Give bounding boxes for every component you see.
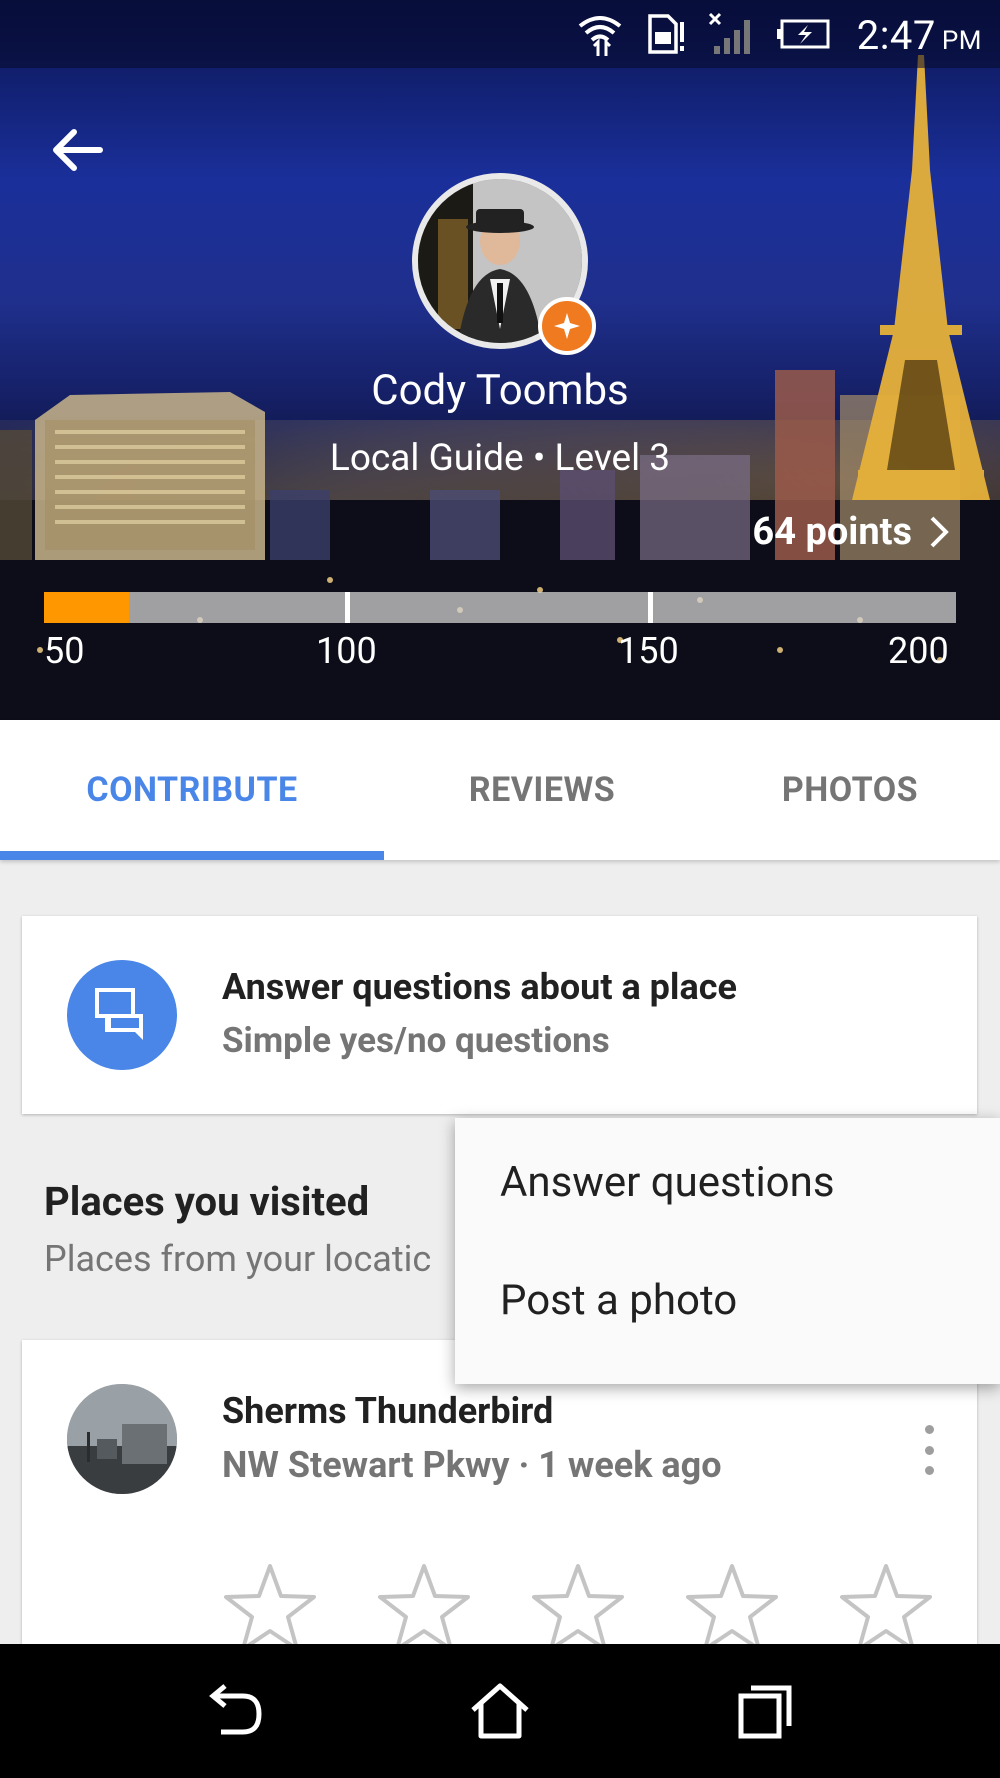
section-title: Places you visited bbox=[44, 1178, 370, 1225]
star-outline-icon[interactable] bbox=[684, 1560, 780, 1656]
wifi-icon bbox=[578, 16, 622, 56]
section-subtitle: Places from your locatic bbox=[44, 1238, 432, 1280]
local-guide-badge bbox=[538, 297, 596, 355]
progress-fill bbox=[44, 592, 130, 623]
place-meta: NW Stewart Pkwy · 1 week ago bbox=[222, 1444, 722, 1486]
place-photo-image bbox=[67, 1384, 177, 1494]
tab-photos[interactable]: PHOTOS bbox=[700, 720, 1000, 860]
place-photo bbox=[67, 1384, 177, 1494]
menu-item-post-photo[interactable]: Post a photo bbox=[500, 1276, 737, 1325]
recents-nav-icon[interactable] bbox=[729, 1674, 803, 1748]
scale-label: 50 bbox=[44, 630, 85, 672]
clock-ampm: PM bbox=[941, 26, 982, 56]
menu-item-answer-questions[interactable]: Answer questions bbox=[500, 1158, 835, 1207]
question-answer-icon bbox=[67, 960, 177, 1070]
more-vert-icon[interactable] bbox=[919, 1425, 939, 1475]
back-arrow-icon[interactable] bbox=[42, 118, 112, 188]
tab-contribute[interactable]: CONTRIBUTE bbox=[0, 720, 384, 860]
status-bar: 2:47 PM bbox=[0, 0, 1000, 68]
scale-label: 150 bbox=[618, 630, 679, 672]
profile-name: Cody Toombs bbox=[371, 366, 629, 415]
status-time: 2:47 PM bbox=[857, 12, 982, 59]
home-nav-icon[interactable] bbox=[463, 1674, 537, 1748]
scale-label: 200 bbox=[888, 630, 949, 672]
star-outline-icon[interactable] bbox=[222, 1560, 318, 1656]
points-label: 64 points bbox=[752, 510, 912, 554]
progress-tick bbox=[648, 592, 653, 623]
scale-label: 100 bbox=[316, 630, 377, 672]
rating-stars bbox=[222, 1560, 934, 1656]
signal-off-icon bbox=[708, 12, 750, 54]
progress-tick bbox=[345, 592, 350, 623]
star-sparkle-icon bbox=[554, 313, 580, 339]
profile-avatar[interactable] bbox=[412, 173, 596, 355]
star-outline-icon[interactable] bbox=[838, 1560, 934, 1656]
overflow-menu: Answer questions Post a photo bbox=[455, 1118, 1000, 1384]
status-icons bbox=[576, 10, 830, 58]
profile-header: 2:47 PM Cody Toombs Local Guide • Level … bbox=[0, 0, 1000, 720]
star-outline-icon[interactable] bbox=[530, 1560, 626, 1656]
tab-bar: CONTRIBUTE REVIEWS PHOTOS bbox=[0, 720, 1000, 860]
profile-level: Local Guide • Level 3 bbox=[329, 437, 671, 480]
tab-reviews[interactable]: REVIEWS bbox=[384, 720, 700, 860]
active-tab-indicator bbox=[0, 851, 384, 860]
card-title: Answer questions about a place bbox=[222, 966, 737, 1008]
battery-charging-icon bbox=[777, 19, 830, 49]
level-progress-bar bbox=[44, 592, 956, 623]
answer-questions-card[interactable]: Answer questions about a place Simple ye… bbox=[22, 916, 977, 1114]
place-name: Sherms Thunderbird bbox=[222, 1390, 554, 1432]
star-outline-icon[interactable] bbox=[376, 1560, 472, 1656]
clock-time: 2:47 bbox=[856, 12, 936, 59]
card-subtitle: Simple yes/no questions bbox=[222, 1020, 610, 1061]
system-nav-bar bbox=[0, 1644, 1000, 1778]
chevron-right-icon bbox=[930, 516, 949, 548]
points-link[interactable]: 64 points bbox=[752, 510, 952, 554]
back-nav-icon[interactable] bbox=[197, 1674, 271, 1748]
sim-alert-icon bbox=[648, 14, 684, 54]
